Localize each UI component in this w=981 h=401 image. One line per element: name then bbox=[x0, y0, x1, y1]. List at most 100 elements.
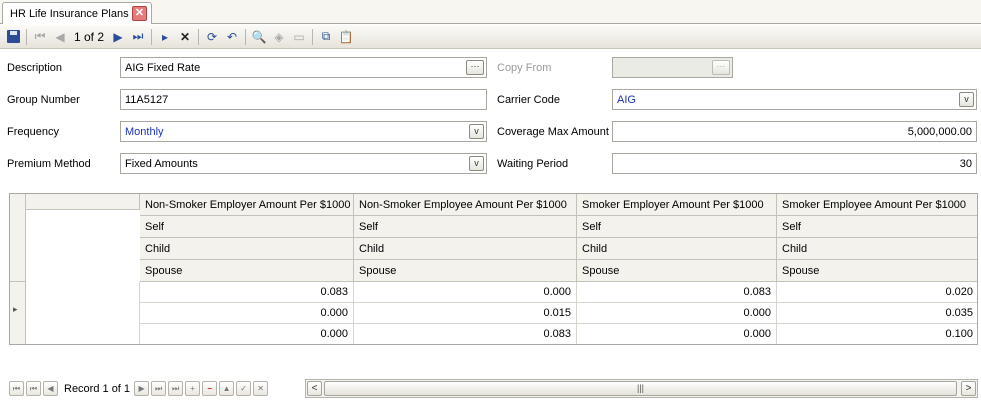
prev-record-button[interactable]: ◀ bbox=[50, 27, 70, 47]
scroll-right-icon[interactable]: > bbox=[961, 381, 976, 396]
column-header[interactable]: Non-Smoker Employee Amount Per $1000 bbox=[354, 194, 577, 216]
subheader-self: Self bbox=[777, 216, 977, 238]
copy-from-input[interactable]: ··· bbox=[612, 57, 733, 78]
tab-strip: HR Life Insurance Plans ✕ bbox=[0, 0, 981, 24]
grid-cell[interactable]: 0.100 bbox=[777, 324, 977, 344]
nav-first-icon[interactable]: ⏮ bbox=[9, 381, 24, 396]
find-button[interactable]: 🔍 bbox=[249, 27, 269, 47]
premium-method-value: Fixed Amounts bbox=[125, 157, 198, 170]
grid-cell[interactable]: 0.083 bbox=[354, 324, 577, 344]
subheader-child: Child bbox=[354, 238, 577, 260]
subheader-child: Child bbox=[777, 238, 977, 260]
row-pointer-icon: ▸ bbox=[13, 304, 18, 314]
coverage-max-input[interactable]: 5,000,000.00 bbox=[612, 121, 977, 142]
carrier-code-label: Carrier Code bbox=[497, 94, 560, 106]
description-label: Description bbox=[7, 62, 63, 74]
disabled-tool-button-2[interactable]: ▭ bbox=[289, 27, 309, 47]
premium-method-select[interactable]: Fixed Amounts v bbox=[120, 153, 487, 174]
disabled-tool-button[interactable]: ◈ bbox=[269, 27, 289, 47]
grid-cell[interactable]: 0.083 bbox=[577, 282, 777, 303]
grid-row-label-area bbox=[26, 282, 140, 344]
nav-prev-icon[interactable]: ◀ bbox=[43, 381, 58, 396]
scroll-thumb[interactable]: ||| bbox=[324, 381, 957, 396]
subheader-self: Self bbox=[577, 216, 777, 238]
toolbar-divider bbox=[26, 28, 27, 45]
nav-next-icon[interactable]: ▶ bbox=[134, 381, 150, 396]
refresh-button[interactable]: ⟳ bbox=[202, 27, 222, 47]
copy-from-label: Copy From bbox=[497, 62, 552, 74]
grid-cell[interactable]: 0.020 bbox=[777, 282, 977, 303]
nav-next-page-icon[interactable]: ⏭ bbox=[151, 381, 167, 396]
subheader-self: Self bbox=[140, 216, 354, 238]
last-record-button[interactable]: ⏭ bbox=[128, 27, 148, 47]
nav-cancel-icon[interactable]: ✕ bbox=[253, 381, 269, 396]
first-record-button[interactable]: ⏮ bbox=[30, 27, 50, 47]
waiting-period-input[interactable]: 30 bbox=[612, 153, 977, 174]
carrier-code-select[interactable]: AIG v bbox=[612, 89, 977, 110]
grid-cell[interactable]: 0.015 bbox=[354, 303, 577, 324]
nav-edit-icon[interactable]: ▲ bbox=[219, 381, 235, 396]
toolbar-divider bbox=[312, 28, 314, 45]
undo-button[interactable]: ↶ bbox=[222, 27, 242, 47]
grid-navigator: ⏮ ⏮ ◀ Record 1 of 1 ▶ ⏭ ⏭ + − ▲ ✓ ✕ < ||… bbox=[9, 379, 978, 398]
waiting-period-value: 30 bbox=[959, 157, 972, 170]
record-count: Record 1 of 1 bbox=[64, 382, 131, 395]
coverage-max-value: 5,000,000.00 bbox=[907, 125, 972, 138]
premium-method-label: Premium Method bbox=[7, 158, 91, 170]
nav-post-icon[interactable]: ✓ bbox=[236, 381, 252, 396]
new-record-button[interactable]: ▸ bbox=[155, 27, 175, 47]
group-number-input[interactable]: 11A5127 bbox=[120, 89, 487, 110]
grid-cell[interactable]: 0.000 bbox=[577, 324, 777, 344]
save-button[interactable] bbox=[3, 27, 23, 47]
description-value: AIG Fixed Rate bbox=[125, 61, 201, 74]
copy-from-ellipsis-button[interactable]: ··· bbox=[712, 60, 730, 75]
waiting-period-label: Waiting Period bbox=[497, 158, 569, 170]
subheader-spouse: Spouse bbox=[140, 260, 354, 282]
delete-record-button[interactable]: ✕ bbox=[175, 27, 195, 47]
group-number-label: Group Number bbox=[7, 94, 80, 106]
copy-button[interactable]: ⧉ bbox=[316, 27, 336, 47]
tab-hr-life-insurance-plans[interactable]: HR Life Insurance Plans ✕ bbox=[2, 2, 152, 24]
save-icon bbox=[6, 30, 20, 43]
subheader-spouse: Spouse bbox=[354, 260, 577, 282]
scroll-left-icon[interactable]: < bbox=[307, 381, 322, 396]
toolbar-divider bbox=[198, 28, 200, 45]
group-number-value: 11A5127 bbox=[125, 93, 169, 106]
record-position: 1 of 2 bbox=[74, 29, 105, 44]
next-record-button[interactable]: ▶ bbox=[108, 27, 128, 47]
subheader-child: Child bbox=[140, 238, 354, 260]
carrier-code-dropdown-icon[interactable]: v bbox=[959, 92, 974, 107]
nav-last-icon[interactable]: ⏭ bbox=[168, 381, 184, 396]
subheader-spouse: Spouse bbox=[777, 260, 977, 282]
rates-grid: Non-Smoker Employer Amount Per $1000 Non… bbox=[9, 193, 978, 345]
frequency-value: Monthly bbox=[125, 125, 164, 138]
grid-cell[interactable]: 0.000 bbox=[354, 282, 577, 303]
frequency-label: Frequency bbox=[7, 126, 59, 138]
nav-prev-page-icon[interactable]: ⏮ bbox=[26, 381, 41, 396]
toolbar-divider bbox=[245, 28, 247, 45]
subheader-child: Child bbox=[577, 238, 777, 260]
close-icon[interactable]: ✕ bbox=[132, 6, 147, 21]
grid-cell[interactable]: 0.000 bbox=[577, 303, 777, 324]
grid-cell[interactable]: 0.083 bbox=[140, 282, 354, 303]
coverage-max-label: Coverage Max Amount bbox=[497, 126, 609, 138]
column-header[interactable]: Smoker Employee Amount Per $1000 bbox=[777, 194, 977, 216]
horizontal-scrollbar[interactable]: < ||| > bbox=[305, 379, 978, 398]
premium-method-dropdown-icon[interactable]: v bbox=[469, 156, 484, 171]
nav-remove-icon[interactable]: − bbox=[202, 381, 218, 396]
column-header[interactable]: Smoker Employer Amount Per $1000 bbox=[577, 194, 777, 216]
grid-cell[interactable]: 0.035 bbox=[777, 303, 977, 324]
subheader-spouse: Spouse bbox=[577, 260, 777, 282]
grid-cell[interactable]: 0.000 bbox=[140, 324, 354, 344]
tab-title: HR Life Insurance Plans bbox=[10, 7, 129, 20]
frequency-select[interactable]: Monthly v bbox=[120, 121, 487, 142]
description-ellipsis-button[interactable]: ··· bbox=[466, 60, 484, 75]
column-header[interactable]: Non-Smoker Employer Amount Per $1000 bbox=[140, 194, 354, 216]
row-indicator[interactable]: ▸ bbox=[10, 282, 26, 344]
toolbar-divider bbox=[151, 28, 153, 45]
frequency-dropdown-icon[interactable]: v bbox=[469, 124, 484, 139]
nav-add-icon[interactable]: + bbox=[185, 381, 201, 396]
paste-button[interactable]: 📋 bbox=[336, 27, 356, 47]
grid-cell[interactable]: 0.000 bbox=[140, 303, 354, 324]
description-input[interactable]: AIG Fixed Rate ··· bbox=[120, 57, 487, 78]
